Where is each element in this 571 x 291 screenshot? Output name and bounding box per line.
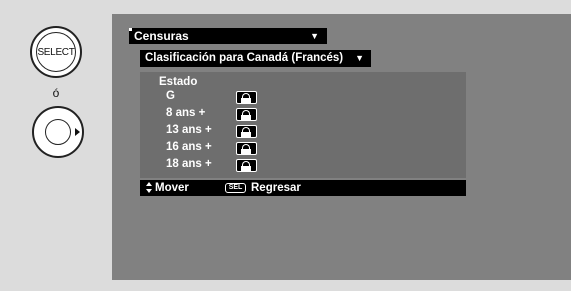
rating-row-13[interactable]: 13 ans + xyxy=(166,123,316,140)
rating-row-18[interactable]: 18 ans + xyxy=(166,157,316,174)
lock-icon[interactable] xyxy=(236,108,257,121)
up-down-arrows-icon xyxy=(146,181,152,195)
status-heading: Estado xyxy=(159,76,198,88)
rating-label: 8 ans + xyxy=(166,107,206,119)
lock-icon[interactable] xyxy=(236,142,257,155)
lock-icon[interactable] xyxy=(236,91,257,104)
navigation-pad[interactable] xyxy=(32,106,84,158)
menu-title-dropdown[interactable]: Censuras ▼ xyxy=(129,28,327,44)
back-hint: Regresar xyxy=(251,182,301,194)
menu-notch xyxy=(129,28,132,31)
sel-key-icon: SEL xyxy=(225,183,246,193)
rating-label: 18 ans + xyxy=(166,158,212,170)
lock-icon[interactable] xyxy=(236,159,257,172)
help-bar: Mover SEL Regresar xyxy=(140,180,466,196)
right-arrow-icon xyxy=(75,128,80,136)
or-label: ó xyxy=(52,86,60,100)
dropdown-caret-icon: ▼ xyxy=(310,31,319,41)
rating-label: 16 ans + xyxy=(166,141,212,153)
move-hint: Mover xyxy=(155,182,189,194)
rating-row-8[interactable]: 8 ans + xyxy=(166,106,316,123)
rating-system-dropdown[interactable]: Clasificación para Canadá (Francés) ▼ xyxy=(140,50,371,67)
rating-label: 13 ans + xyxy=(166,124,212,136)
rating-row-16[interactable]: 16 ans + xyxy=(166,140,316,157)
ratings-panel: Estado G 8 ans + 13 ans + 16 ans + 18 an… xyxy=(140,72,466,178)
dropdown-caret-icon: ▼ xyxy=(355,53,364,63)
select-button-label: SELECT xyxy=(36,32,76,72)
rating-row-g[interactable]: G xyxy=(166,89,316,106)
rating-system-label: Clasificación para Canadá (Francés) xyxy=(145,52,344,64)
rating-label: G xyxy=(166,90,175,102)
tv-screen: Censuras ▼ Clasificación para Canadá (Fr… xyxy=(112,14,571,280)
select-button[interactable]: SELECT xyxy=(30,26,82,78)
remote-panel: SELECT ó xyxy=(0,0,112,291)
lock-icon[interactable] xyxy=(236,125,257,138)
menu-title-label: Censuras xyxy=(134,29,189,43)
nav-pad-center[interactable] xyxy=(45,119,71,145)
